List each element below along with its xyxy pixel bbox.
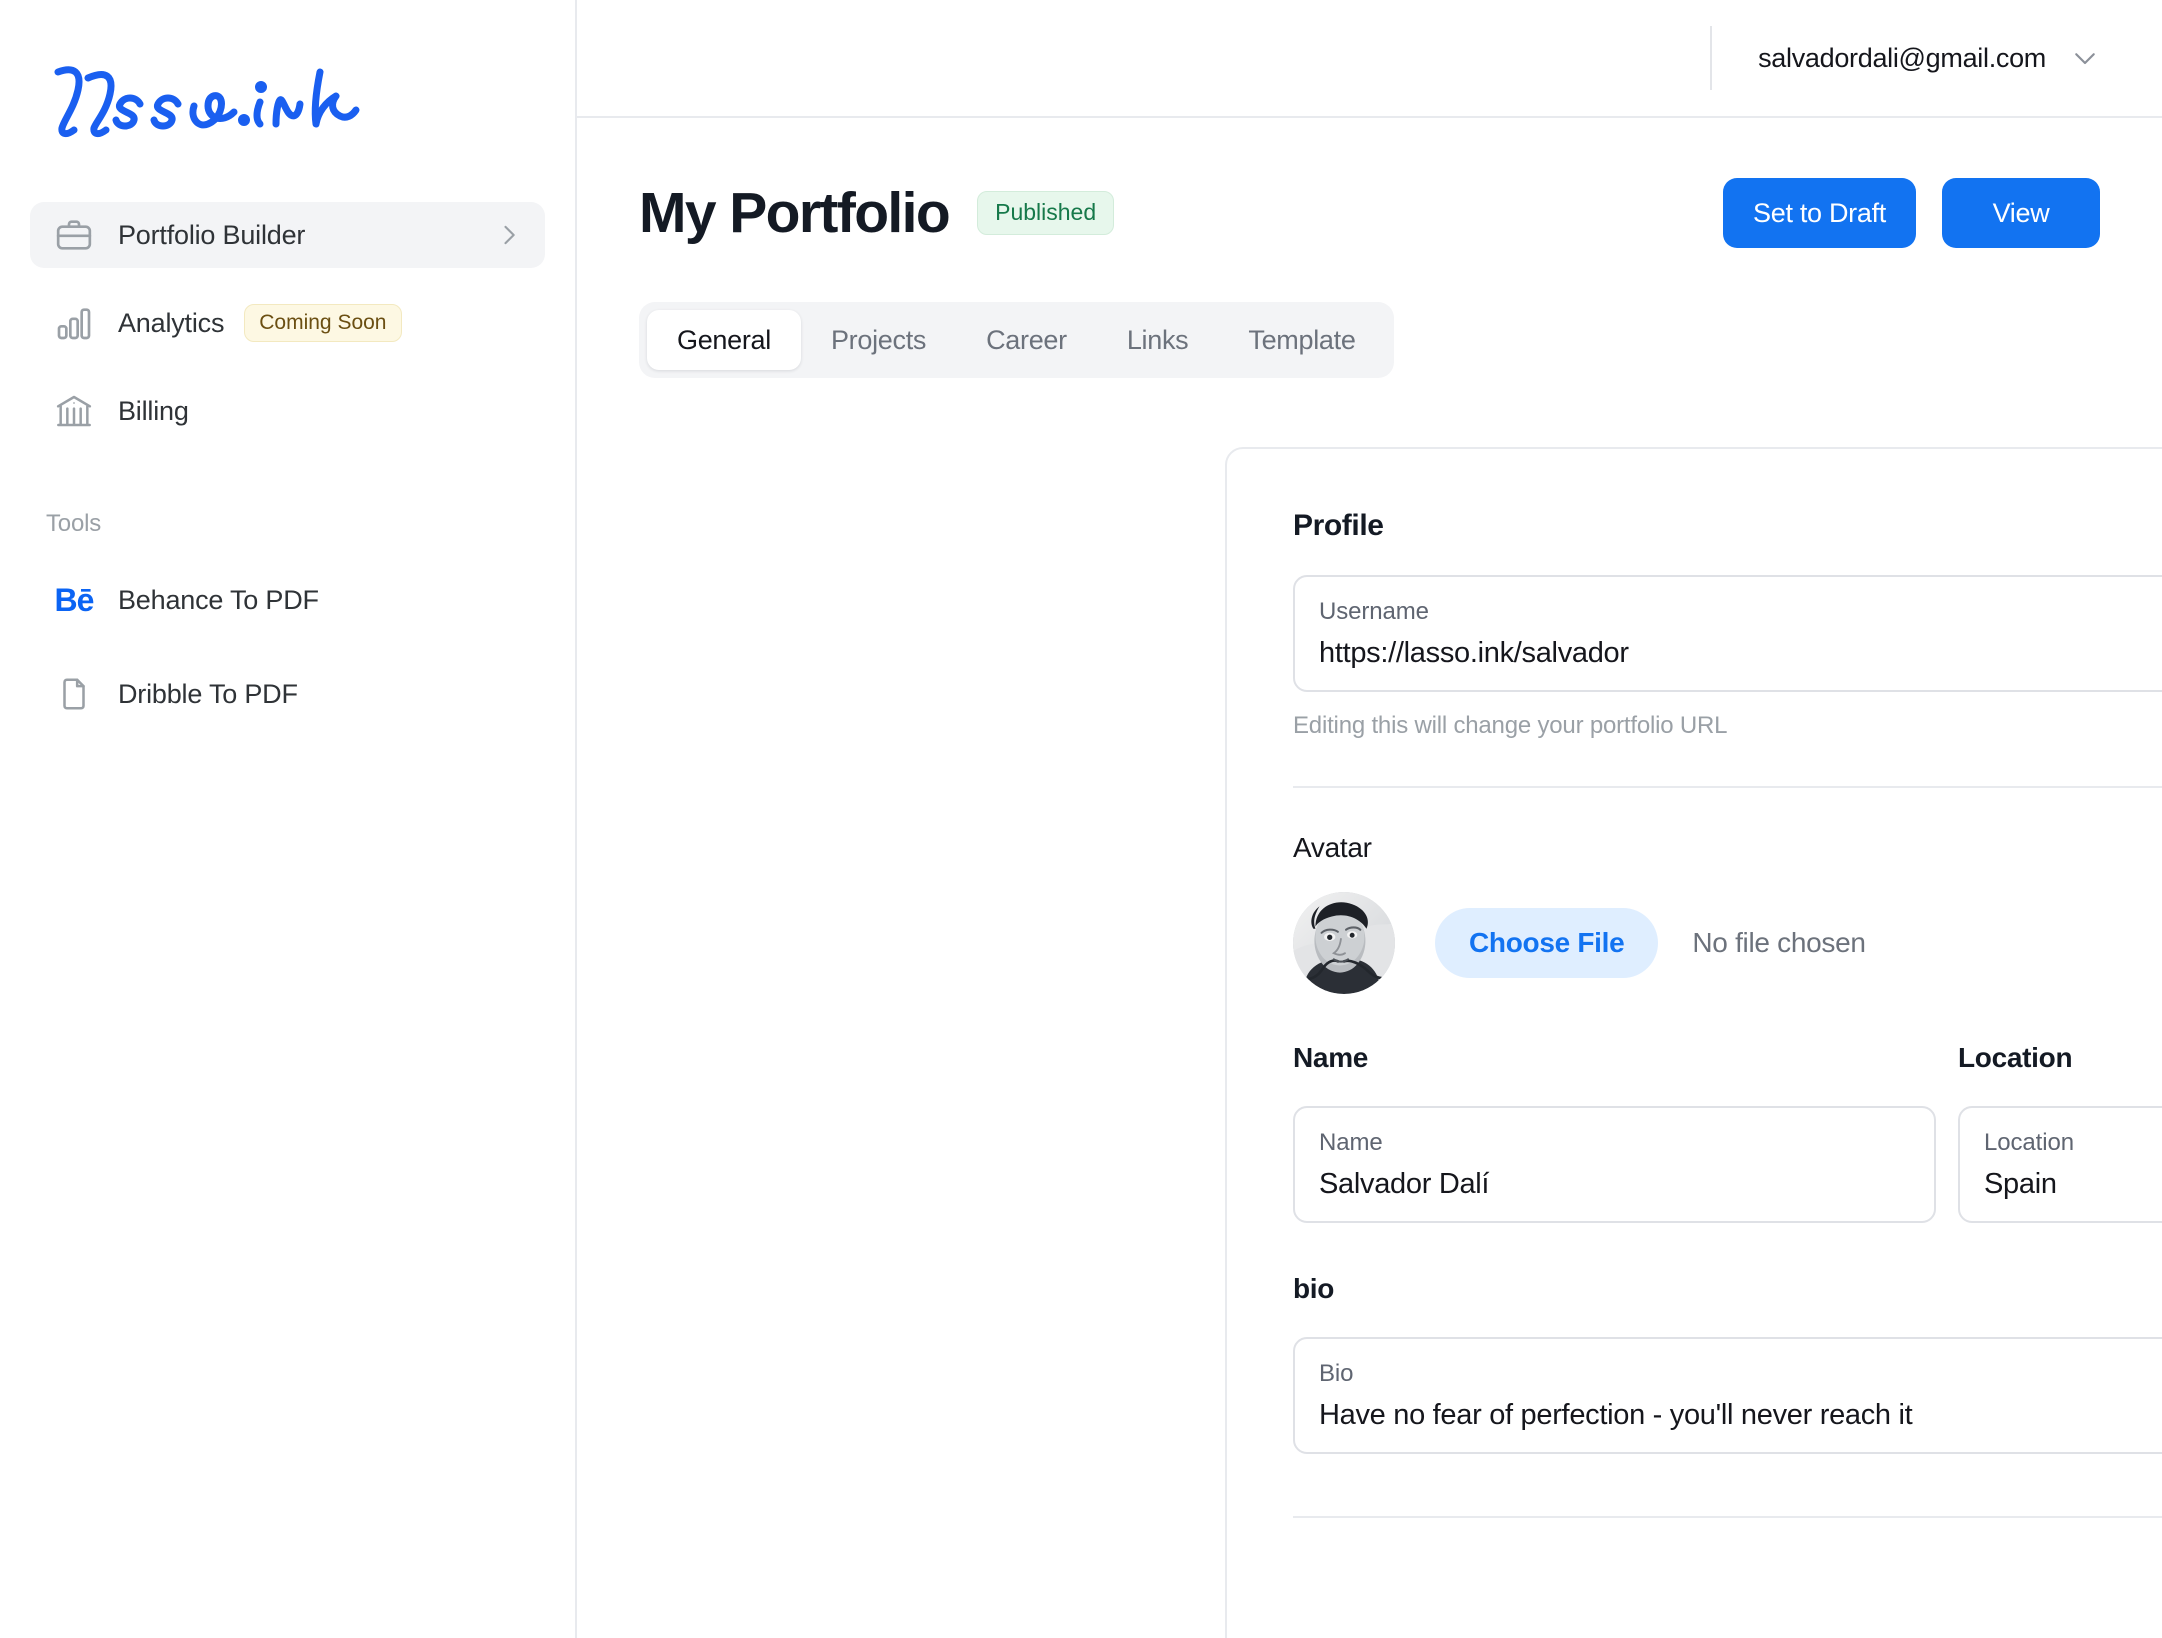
avatar-row: Choose File No file chosen: [1293, 892, 2162, 994]
status-badge: Published: [977, 191, 1115, 235]
tab-projects[interactable]: Projects: [801, 310, 956, 370]
chevron-down-icon[interactable]: [2070, 43, 2100, 73]
bar-chart-icon: [52, 301, 96, 345]
username-field[interactable]: Username https://lasso.ink/salvador: [1293, 575, 2162, 692]
sidebar-item-billing[interactable]: Billing: [30, 378, 545, 444]
name-field-label: Name: [1319, 1129, 1383, 1156]
document-icon: [52, 672, 96, 716]
bio-field[interactable]: Bio Have no fear of perfection - you'll …: [1293, 1337, 2162, 1454]
primary-nav: Portfolio Builder Analytics Coming Soon: [0, 202, 575, 444]
tab-bar: General Projects Career Links Template: [639, 302, 1394, 378]
name-location-row: Name Name Salvador Dalí Location Locatio…: [1293, 994, 2162, 1223]
logo-lasso-ink[interactable]: [44, 62, 575, 140]
name-input[interactable]: Salvador Dalí: [1319, 1168, 1910, 1201]
location-heading: Location: [1958, 1042, 2073, 1073]
name-heading: Name: [1293, 1042, 1369, 1073]
tab-career[interactable]: Career: [956, 310, 1097, 370]
bio-field-label: Bio: [1319, 1360, 1354, 1387]
avatar-label: Avatar: [1293, 832, 1372, 863]
app-root: Portfolio Builder Analytics Coming Soon: [0, 0, 2162, 1638]
behance-icon: Bē: [52, 578, 96, 622]
page-header: My Portfolio Published Set to Draft View: [577, 164, 2162, 262]
name-field[interactable]: Name Salvador Dalí: [1293, 1106, 1936, 1223]
view-button[interactable]: View: [1942, 178, 2100, 248]
bio-heading: bio: [1293, 1273, 1335, 1304]
coming-soon-badge: Coming Soon: [244, 304, 402, 342]
username-input[interactable]: https://lasso.ink/salvador: [1319, 637, 2162, 670]
username-field-label: Username: [1319, 598, 1429, 625]
sidebar-item-portfolio-builder[interactable]: Portfolio Builder: [30, 202, 545, 268]
location-field[interactable]: Location Spain: [1958, 1106, 2162, 1223]
account-menu[interactable]: salvadordali@gmail.com: [1710, 26, 2100, 90]
sidebar-item-label: Portfolio Builder: [118, 219, 306, 250]
main-content: salvadordali@gmail.com My Portfolio Publ…: [577, 0, 2162, 1638]
sidebar-item-label: Billing: [118, 395, 189, 426]
sidebar-item-label: Dribble To PDF: [118, 678, 298, 709]
no-file-chosen-label: No file chosen: [1692, 927, 1866, 958]
bank-icon: [52, 389, 96, 433]
sidebar-item-behance-to-pdf[interactable]: Bē Behance To PDF: [30, 568, 545, 632]
name-column: Name Name Salvador Dalí: [1293, 994, 1936, 1223]
location-input[interactable]: Spain: [1984, 1168, 2162, 1201]
tab-general[interactable]: General: [647, 310, 801, 370]
divider-profile: [1293, 786, 2162, 788]
header-actions: Set to Draft View: [1723, 178, 2100, 248]
sidebar-item-label: Behance To PDF: [118, 584, 319, 615]
page-title: My Portfolio: [639, 180, 951, 245]
bio-input[interactable]: Have no fear of perfection - you'll neve…: [1319, 1399, 2162, 1432]
top-bar: salvadordali@gmail.com: [577, 0, 2162, 118]
briefcase-icon: [52, 213, 96, 257]
sidebar-item-dribble-to-pdf[interactable]: Dribble To PDF: [30, 662, 545, 726]
behance-mark: Bē: [54, 582, 95, 618]
tools-section-heading: Tools: [46, 510, 102, 537]
divider-bio: [1293, 1516, 2162, 1518]
set-to-draft-button[interactable]: Set to Draft: [1723, 178, 1916, 248]
sidebar: Portfolio Builder Analytics Coming Soon: [0, 0, 577, 1638]
profile-section-title: Profile: [1293, 509, 1384, 542]
account-email: salvadordali@gmail.com: [1758, 42, 2046, 73]
sidebar-item-analytics[interactable]: Analytics Coming Soon: [30, 290, 545, 356]
location-column: Location Location Spain: [1958, 994, 2162, 1223]
choose-file-button[interactable]: Choose File: [1435, 908, 1659, 978]
tab-links[interactable]: Links: [1097, 310, 1219, 370]
avatar: [1293, 892, 1395, 994]
sidebar-item-label: Analytics: [118, 307, 225, 338]
username-helper-text: Editing this will change your portfolio …: [1293, 712, 1728, 739]
tab-template[interactable]: Template: [1218, 310, 1385, 370]
chevron-right-icon: [495, 221, 523, 249]
general-settings-card: Profile Username https://lasso.ink/salva…: [1225, 447, 2162, 1638]
location-field-label: Location: [1984, 1129, 2074, 1156]
